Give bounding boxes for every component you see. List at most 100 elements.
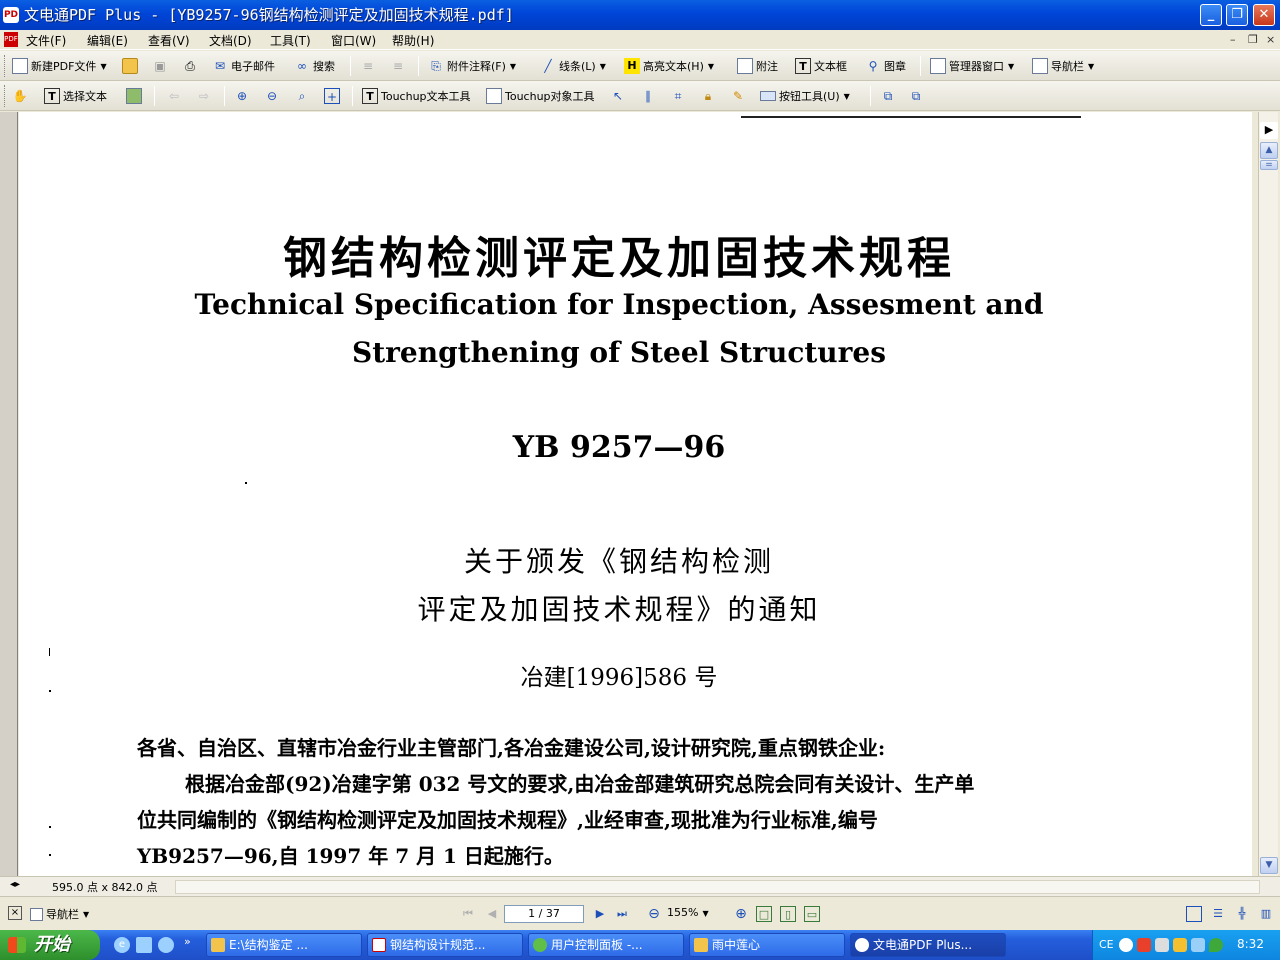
vertical-scrollbar[interactable]: ▶ ▲ = ▼ (1258, 112, 1278, 876)
lock-button[interactable]: 🔒︎ (700, 87, 719, 105)
close-panel-icon[interactable]: × (8, 906, 22, 920)
chevron-down-icon: ▼ (83, 909, 90, 919)
doc-close-icon[interactable]: × (1266, 33, 1275, 46)
zoom-out-icon[interactable]: ⊖ (646, 906, 662, 922)
paste-pages-button[interactable]: ⧉ (908, 87, 927, 105)
input-language-indicator[interactable]: CE (1099, 938, 1114, 951)
notice-title-line-1: 关于颁发《钢结构检测 (463, 545, 774, 578)
link-button[interactable]: ∥ (640, 87, 659, 105)
open-button[interactable] (122, 57, 141, 75)
snapshot-button[interactable] (126, 87, 145, 105)
more-icon[interactable]: » (184, 935, 191, 948)
menu-window[interactable]: 窗口(W) (331, 32, 376, 49)
desktop-icon[interactable] (136, 937, 152, 953)
select-text-button[interactable]: T 选择文本 (44, 87, 107, 105)
arrow-left-icon[interactable] (1119, 938, 1133, 952)
task-explorer[interactable]: E:\结构鉴定 ... (206, 933, 362, 957)
note-button[interactable]: 附注 (737, 57, 778, 75)
zoom-select[interactable]: 155% ▼ (667, 905, 727, 923)
navigation-panel-button[interactable]: 导航栏 ▼ (1032, 57, 1094, 75)
pointer-button[interactable]: ↖ (610, 87, 629, 105)
menu-document[interactable]: 文档(D) (209, 32, 252, 49)
previous-page-button[interactable]: ◀ (484, 906, 500, 922)
hand-tool-button[interactable]: ✋ (12, 87, 31, 105)
fit-width-icon[interactable]: ▭ (804, 906, 820, 922)
touchup-text-button[interactable]: T Touchup文本工具 (362, 87, 471, 105)
zoom-in-icon[interactable]: ⊕ (733, 906, 749, 922)
actual-size-icon[interactable]: □ (756, 906, 772, 922)
attachment-annotation-button[interactable]: ⎘ 附件注释(F) ▼ (428, 57, 516, 75)
highlight-icon: H (624, 58, 640, 74)
title-bar[interactable]: PD 文电通PDF Plus - [YB9257-96钢结构检测评定及加固技术规… (0, 0, 1280, 30)
email-button[interactable]: ✉ 电子邮件 (212, 57, 275, 75)
align-right-button[interactable]: ≡ (390, 57, 409, 75)
scroll-thumb[interactable]: = (1260, 160, 1278, 170)
zoom-in-button[interactable]: ⊕ (234, 87, 253, 105)
doc-restore-icon[interactable]: ❐ (1248, 33, 1258, 46)
menu-help[interactable]: 帮助(H) (392, 32, 434, 49)
scroll-down-button[interactable]: ▼ (1260, 857, 1278, 874)
document-page[interactable]: 钢结构检测评定及加固技术规程 Technical Specification f… (19, 112, 1252, 876)
menu-edit[interactable]: 编辑(E) (87, 32, 128, 49)
menu-view[interactable]: 查看(V) (148, 32, 190, 49)
task-pdf-plus[interactable]: 文电通PDF Plus... (850, 933, 1006, 957)
menu-tools[interactable]: 工具(T) (270, 32, 311, 49)
ime-icon[interactable] (1137, 938, 1151, 952)
shield-icon[interactable] (1209, 938, 1223, 952)
fit-page-icon[interactable]: ▯ (780, 906, 796, 922)
fit-button[interactable]: + (324, 87, 343, 105)
start-button[interactable]: 开始 (0, 930, 100, 960)
pencil-button[interactable]: ✎ (730, 87, 749, 105)
search-button[interactable]: ∞ 搜索 (294, 57, 335, 75)
continuous-page-icon[interactable]: ☰ (1210, 906, 1226, 922)
maximize-button[interactable]: ❐ (1226, 4, 1248, 26)
print-button[interactable]: ⎙ (182, 57, 201, 75)
button-tool-button[interactable]: 按钮工具(U) ▼ (760, 87, 850, 105)
page-number-field[interactable]: 1 / 37 (504, 905, 584, 923)
close-button[interactable]: ✕ (1253, 4, 1275, 26)
media-icon[interactable] (158, 937, 174, 953)
crop-button[interactable]: ⌗ (670, 87, 689, 105)
horizontal-scrollbar[interactable] (175, 880, 1260, 894)
last-page-button[interactable]: ⏭ (614, 906, 630, 922)
play-triangle-icon[interactable]: ▶ (1260, 122, 1278, 139)
ie-icon[interactable]: e (114, 937, 130, 953)
tray-app-icon[interactable] (1155, 938, 1169, 952)
task-folder[interactable]: 雨中莲心 (689, 933, 845, 957)
new-pdf-button[interactable]: 新建PDF文件 ▼ (12, 57, 107, 75)
manager-window-button[interactable]: 管理器窗口 ▼ (930, 57, 1014, 75)
save-button[interactable]: ▣ (152, 57, 171, 75)
document-title-en-line-2: Strengthening of Steel Structures (351, 336, 886, 369)
magnifier-button[interactable]: ⌕ (294, 87, 313, 105)
pdf-app-icon[interactable]: PD (3, 7, 19, 23)
line-tool-button[interactable]: ╱ 线条(L) ▼ (540, 57, 606, 75)
zoom-out-button[interactable]: ⊖ (264, 87, 283, 105)
task-control-panel[interactable]: 用户控制面板 -... (528, 933, 684, 957)
scroll-up-button[interactable]: ▲ (1260, 142, 1278, 159)
toolbar-grip[interactable] (4, 55, 7, 77)
highlight-text-button[interactable]: H 高亮文本(H) ▼ (624, 57, 714, 75)
doc-minimize-icon[interactable]: – (1230, 33, 1236, 46)
volume-icon[interactable] (1191, 938, 1205, 952)
first-page-button[interactable]: ⏮ (460, 906, 476, 922)
next-page-button[interactable]: ▶ (592, 906, 608, 922)
copy-pages-button[interactable]: ⧉ (880, 87, 899, 105)
navigation-panel-toggle[interactable]: 导航栏 ▼ (30, 905, 89, 923)
minimize-button[interactable]: _ (1200, 4, 1222, 26)
textbox-button[interactable]: T 文本框 (795, 57, 847, 75)
pdf-document-icon[interactable]: PDF (4, 32, 18, 47)
task-steel-design-spec[interactable]: 钢结构设计规范... (367, 933, 523, 957)
forward-button[interactable]: ⇨ (196, 87, 215, 105)
left-panel-edge[interactable] (0, 112, 18, 876)
toolbar-grip[interactable] (4, 85, 7, 107)
stamp-button[interactable]: ⚲ 图章 (865, 57, 906, 75)
tray-user-icon[interactable] (1173, 938, 1187, 952)
touchup-object-button[interactable]: Touchup对象工具 (486, 87, 595, 105)
back-button[interactable]: ⇦ (166, 87, 185, 105)
align-left-button[interactable]: ≡ (360, 57, 379, 75)
resize-arrows-icon[interactable]: ◂▸ (10, 879, 20, 890)
menu-file[interactable]: 文件(F) (26, 32, 66, 49)
continuous-facing-icon[interactable]: ▥ (1258, 906, 1274, 922)
single-page-icon[interactable] (1186, 906, 1202, 922)
facing-pages-icon[interactable]: ╬ (1234, 906, 1250, 922)
